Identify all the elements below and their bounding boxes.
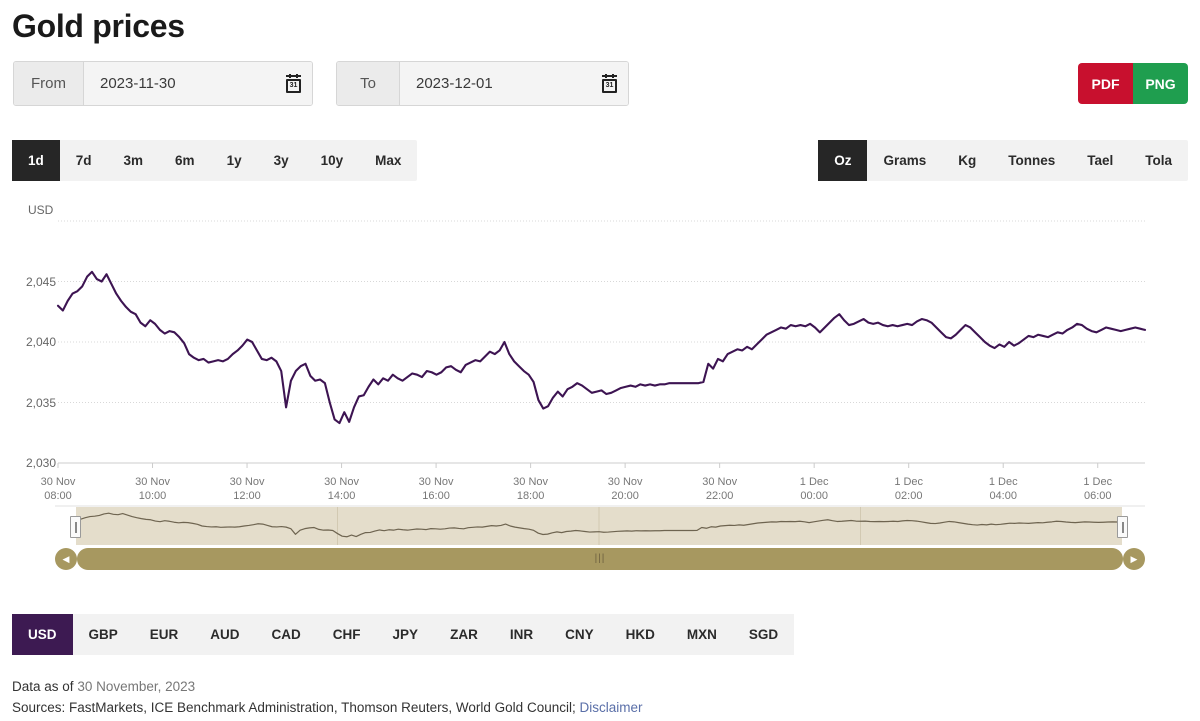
price-line	[56, 270, 1147, 425]
period-tab-max[interactable]: Max	[359, 140, 417, 181]
x-axis-tick-label: 30 Nov 18:00	[513, 476, 549, 502]
x-axis-tick-label: 30 Nov 20:00	[607, 476, 643, 502]
calendar-icon-day: 31	[602, 78, 617, 93]
calendar-icon[interactable]: 31	[285, 73, 302, 93]
period-tab-1y[interactable]: 1y	[211, 140, 258, 181]
currency-tab-hkd[interactable]: HKD	[610, 614, 671, 655]
chart-navigator[interactable]: ||| ◀ ▶	[0, 505, 1200, 573]
date-from-label: From	[14, 62, 84, 105]
unit-tabs: Oz Grams Kg Tonnes Tael Tola	[818, 140, 1188, 181]
currency-tab-sgd[interactable]: SGD	[733, 614, 794, 655]
export-pdf-button[interactable]: PDF	[1078, 63, 1133, 104]
date-from-value: 2023-11-30	[100, 75, 176, 92]
gold-prices-page: Gold prices From 2023-11-30 31 To 2023-1…	[0, 0, 1200, 721]
currency-tabs: USD GBP EUR AUD CAD CHF JPY ZAR INR CNY HKD MXN SGD	[12, 614, 795, 655]
period-tabs: 1d 7d 3m 6m 1y 3y 10y Max	[12, 140, 418, 181]
navigator-minichart	[55, 505, 1145, 545]
data-as-of-line: Data as of 30 November, 2023	[12, 676, 643, 697]
currency-tab-jpy[interactable]: JPY	[377, 614, 435, 655]
date-from-group[interactable]: From 2023-11-30 31	[13, 61, 313, 106]
x-axis-tick-label: 1 Dec 04:00	[988, 476, 1018, 502]
data-as-of-value: 30 November, 2023	[77, 679, 196, 694]
date-to-value: 2023-12-01	[416, 75, 493, 92]
date-to-label: To	[337, 62, 400, 105]
period-tab-1d[interactable]: 1d	[12, 140, 60, 181]
date-range-controls: From 2023-11-30 31 To 2023-12-01 31	[13, 61, 629, 106]
currency-tab-inr[interactable]: INR	[494, 614, 549, 655]
x-axis-tick-label: 1 Dec 02:00	[894, 476, 924, 502]
footer: Data as of 30 November, 2023 Sources: Fa…	[12, 676, 643, 718]
currency-tab-chf[interactable]: CHF	[317, 614, 377, 655]
navigator-scrollbar[interactable]: ||| ◀ ▶	[55, 548, 1145, 570]
unit-tab-tola[interactable]: Tola	[1129, 140, 1188, 181]
calendar-icon-day: 31	[286, 78, 301, 93]
currency-tab-eur[interactable]: EUR	[134, 614, 195, 655]
scrollbar-prev-button[interactable]: ◀	[55, 548, 77, 570]
data-as-of-label: Data as of	[12, 679, 74, 694]
date-to-input[interactable]: 2023-12-01 31	[400, 62, 628, 105]
currency-tab-cad[interactable]: CAD	[256, 614, 317, 655]
x-axis-tick-label: 30 Nov 16:00	[418, 476, 454, 502]
currency-tab-usd[interactable]: USD	[12, 614, 73, 655]
unit-tab-grams[interactable]: Grams	[867, 140, 942, 181]
disclaimer-link[interactable]: Disclaimer	[579, 700, 642, 715]
x-axis-tick-label: 30 Nov 14:00	[324, 476, 359, 502]
page-title: Gold prices	[12, 8, 185, 44]
price-chart: USD 2,030 2,035 2,040 2,045 30 Nov 08:00 30 N…	[0, 195, 1200, 505]
x-axis-tick-label: 1 Dec 00:00	[799, 476, 829, 502]
currency-tab-mxn[interactable]: MXN	[671, 614, 733, 655]
date-from-input[interactable]: 2023-11-30 31	[84, 62, 312, 105]
period-tab-6m[interactable]: 6m	[159, 140, 211, 181]
export-png-button[interactable]: PNG	[1133, 63, 1188, 104]
export-buttons: PDF PNG	[1078, 63, 1188, 104]
calendar-icon[interactable]: 31	[601, 73, 618, 93]
chart-plot	[56, 220, 1147, 468]
date-to-group[interactable]: To 2023-12-01 31	[336, 61, 629, 106]
sources-text: Sources: FastMarkets, ICE Benchmark Admi…	[12, 700, 576, 715]
currency-tab-zar[interactable]: ZAR	[434, 614, 494, 655]
x-axis-tick-label: 30 Nov 08:00	[40, 476, 76, 502]
unit-tab-oz[interactable]: Oz	[818, 140, 868, 181]
x-axis-tick-label: 30 Nov 22:00	[702, 476, 738, 502]
period-tab-7d[interactable]: 7d	[60, 140, 108, 181]
navigator-handle-left[interactable]	[70, 516, 81, 538]
x-axis-tick-label: 30 Nov 10:00	[135, 476, 170, 502]
scrollbar-thumb[interactable]: |||	[77, 548, 1123, 570]
scrollbar-grip: |||	[594, 553, 606, 564]
period-tab-10y[interactable]: 10y	[305, 140, 360, 181]
sources-line: Sources: FastMarkets, ICE Benchmark Admi…	[12, 697, 643, 718]
currency-tab-cny[interactable]: CNY	[549, 614, 610, 655]
unit-tab-kg[interactable]: Kg	[942, 140, 992, 181]
x-axis-labels: 30 Nov 08:00 30 Nov 10:00 30 Nov 12:00 30 Nov 1…	[0, 467, 1200, 507]
currency-tab-aud[interactable]: AUD	[194, 614, 255, 655]
x-axis-tick-label: 1 Dec 06:00	[1083, 476, 1113, 502]
x-axis-tick-label: 30 Nov 12:00	[229, 476, 265, 502]
scrollbar-next-button[interactable]: ▶	[1123, 548, 1145, 570]
unit-tab-tonnes[interactable]: Tonnes	[992, 140, 1071, 181]
period-tab-3y[interactable]: 3y	[258, 140, 305, 181]
currency-tab-gbp[interactable]: GBP	[73, 614, 134, 655]
unit-tab-tael[interactable]: Tael	[1071, 140, 1129, 181]
period-tab-3m[interactable]: 3m	[108, 140, 160, 181]
navigator-handle-right[interactable]	[1117, 516, 1128, 538]
